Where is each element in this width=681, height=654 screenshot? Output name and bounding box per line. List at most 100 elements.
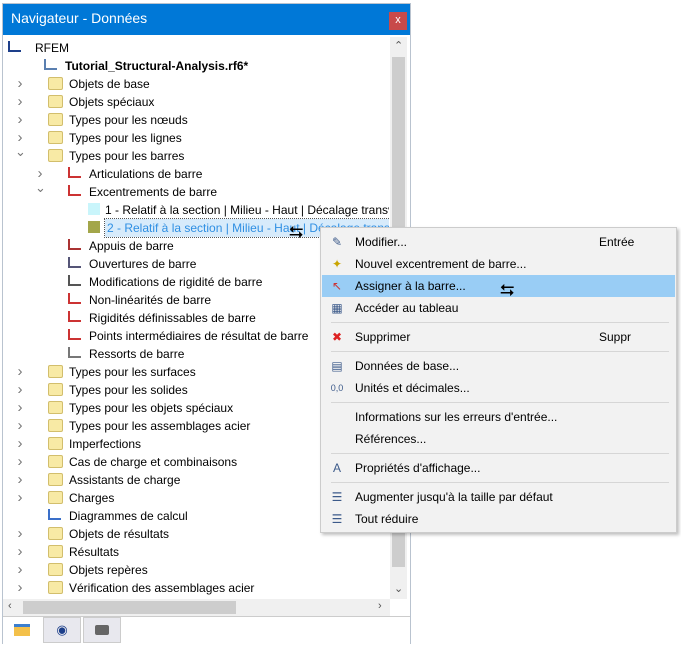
tree-item[interactable]: ⌄ Types pour les barres [3, 144, 389, 165]
context-menu: ✎ Modifier... Entrée ✦ Nouvel excentrement d… [320, 227, 677, 533]
tree-item[interactable]: › Types pour les nœuds [3, 111, 389, 129]
menu-item[interactable]: ▦ Accéder au tableau [322, 297, 675, 319]
menu-item[interactable]: ▤ Données de base... [322, 355, 675, 377]
units-icon: 0,0 [330, 383, 344, 393]
scroll-left-icon[interactable]: ‹ [8, 600, 12, 612]
chevron-right-icon[interactable]: › [15, 489, 25, 507]
tree-item[interactable]: ⌄ Excentrements de barre [3, 180, 389, 201]
tab-views[interactable] [83, 617, 121, 643]
tree-item-label: Types pour les objets spéciaux [69, 401, 234, 415]
tree-item[interactable]: › Types pour les lignes [3, 129, 389, 147]
chevron-right-icon[interactable]: › [15, 471, 25, 489]
chevron-right-icon[interactable]: › [15, 561, 25, 579]
chevron-right-icon[interactable]: › [15, 93, 25, 111]
tree-item-label: Rigidités définissables de barre [89, 311, 256, 325]
tree-item-label: Types pour les nœuds [69, 113, 188, 127]
tree-item-label: Articulations de barre [89, 167, 203, 181]
spring-icon [68, 347, 81, 358]
chevron-right-icon[interactable]: › [15, 399, 25, 417]
tree-item[interactable]: › Vérification des assemblages acier [3, 579, 389, 597]
chevron-down-icon[interactable]: ⌄ [15, 143, 26, 161]
member-eccentricity-icon [68, 185, 81, 196]
menu-item[interactable]: 0,0 Unités et décimales... [322, 377, 675, 399]
menu-item-shortcut: Entrée [599, 235, 635, 249]
menu-item[interactable]: ✎ Modifier... Entrée [322, 231, 675, 253]
chevron-down-icon[interactable]: ⌄ [35, 179, 46, 197]
folder-icon [48, 95, 63, 108]
folder-icon [48, 77, 63, 90]
folder-icon [48, 527, 63, 540]
tree-item-label: Vérification des assemblages acier [69, 581, 255, 595]
new-icon: ✦ [331, 257, 343, 271]
tree-item-label: Appuis de barre [89, 239, 174, 253]
eye-icon: ◉ [56, 622, 68, 637]
tree-item-label: Points intermédiaires de résultat de bar… [89, 329, 309, 343]
chevron-right-icon[interactable]: › [15, 435, 25, 453]
folder-icon [48, 437, 63, 450]
menu-item[interactable]: ✦ Nouvel excentrement de barre... [322, 253, 675, 275]
chevron-right-icon[interactable]: › [15, 453, 25, 471]
menu-item-label: Unités et décimales... [355, 381, 470, 395]
menu-item-label: Nouvel excentrement de barre... [355, 257, 527, 271]
scroll-right-icon[interactable]: › [378, 600, 382, 612]
base-data-icon: ▤ [331, 359, 343, 373]
diagram-icon [48, 509, 61, 520]
definable-stiffness-icon [68, 311, 81, 322]
member-hinge-icon [68, 167, 81, 178]
tree-item-label: Imperfections [69, 437, 142, 451]
chevron-right-icon[interactable]: › [15, 75, 25, 93]
folder-icon [48, 563, 63, 576]
tree-item-label: RFEM [35, 41, 69, 55]
tree-item-label: Objets de résultats [69, 527, 170, 541]
menu-separator [331, 351, 669, 352]
folder-icon [48, 455, 63, 468]
chevron-right-icon[interactable]: › [15, 363, 25, 381]
scroll-down-icon[interactable]: ⌄ [394, 582, 403, 595]
window-title: Navigateur - Données [11, 10, 148, 26]
tree-item[interactable]: › Résultats [3, 543, 389, 561]
tree-item-label: Non-linéarités de barre [89, 293, 212, 307]
menu-separator [331, 453, 669, 454]
folder-icon [48, 131, 63, 144]
tab-display[interactable]: ◉ [43, 617, 81, 643]
title-bar[interactable]: Navigateur - Données x [3, 4, 410, 35]
chevron-right-icon[interactable]: › [15, 111, 25, 129]
tree-item[interactable]: › Objets de base [3, 75, 389, 93]
tab-data[interactable] [3, 617, 41, 643]
horizontal-scroll-thumb[interactable] [23, 601, 236, 614]
tree-item[interactable]: › Objets repères [3, 561, 389, 579]
tree-item-label: Assistants de charge [69, 473, 181, 487]
chevron-right-icon[interactable]: › [15, 543, 25, 561]
tree-item[interactable]: RFEM [3, 39, 389, 57]
member-support-icon [68, 239, 81, 250]
tree-item-label: Objets spéciaux [69, 95, 155, 109]
result-points-icon [68, 329, 81, 340]
tree-item[interactable]: › Objets spéciaux [3, 93, 389, 111]
menu-item-label: Augmenter jusqu'à la taille par défaut [355, 490, 553, 504]
tree-item-label: Résultats [69, 545, 120, 559]
menu-item[interactable]: Informations sur les erreurs d'entrée... [322, 406, 675, 428]
collapse-icon: ☰ [331, 512, 343, 526]
chevron-right-icon[interactable]: › [15, 525, 25, 543]
chevron-right-icon[interactable]: › [15, 579, 25, 597]
scroll-up-icon[interactable]: ⌃ [394, 39, 403, 52]
chevron-right-icon[interactable]: › [15, 381, 25, 399]
tree-item-label: Objets de base [69, 77, 150, 91]
menu-item[interactable]: ☰ Augmenter jusqu'à la taille par défaut [322, 486, 675, 508]
close-button[interactable]: x [389, 12, 407, 30]
folder-icon [48, 419, 63, 432]
menu-item[interactable]: Références... [322, 428, 675, 450]
horizontal-scrollbar[interactable]: ‹ › [3, 599, 390, 616]
edit-icon: ✎ [331, 235, 343, 249]
tree-item[interactable]: › Articulations de barre [3, 165, 389, 183]
tree-item[interactable]: 1 - Relatif à la section | Milieu - Haut… [3, 201, 389, 219]
camera-icon [95, 625, 109, 635]
menu-item[interactable]: ✖ Supprimer Suppr [322, 326, 675, 348]
menu-item[interactable]: ↖ Assigner à la barre... [322, 275, 675, 297]
menu-item[interactable]: ☰ Tout réduire [322, 508, 675, 530]
menu-item-label: Modifier... [355, 235, 408, 249]
chevron-right-icon[interactable]: › [15, 417, 25, 435]
model-file-icon [44, 59, 57, 70]
tree-item[interactable]: ⌄Tutorial_Structural-Analysis.rf6* [3, 57, 389, 75]
menu-item[interactable]: A Propriétés d'affichage... [322, 457, 675, 479]
